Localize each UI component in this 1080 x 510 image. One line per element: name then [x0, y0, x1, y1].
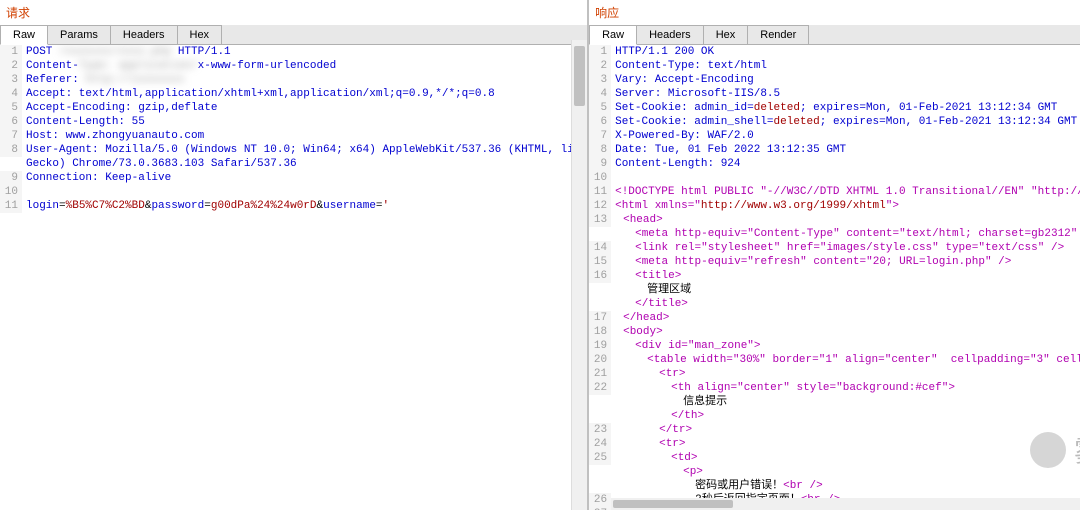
line-number: 10 [0, 185, 22, 199]
line-number: 22 [589, 381, 611, 395]
line-number: 2 [589, 59, 611, 73]
line-number: 25 [589, 451, 611, 465]
line-number: 6 [589, 115, 611, 129]
request-pane: 请求 Raw Params Headers Hex 1POST /xxxxxxx… [0, 0, 589, 510]
line-number: 21 [589, 367, 611, 381]
line-number: 20 [589, 353, 611, 367]
response-title: 响应 [589, 0, 1080, 25]
line-number: 11 [0, 199, 22, 213]
line-number: 5 [0, 101, 22, 115]
line-number: 15 [589, 255, 611, 269]
scrollbar-thumb[interactable] [613, 500, 733, 508]
line-number: 13 [589, 213, 611, 227]
line-number: 7 [0, 129, 22, 143]
line-number: 9 [589, 157, 611, 171]
request-title: 请求 [0, 0, 587, 25]
line-number: 4 [589, 87, 611, 101]
tab-headers[interactable]: Headers [636, 25, 704, 44]
response-pane: 响应 Raw Headers Hex Render 1HTTP/1.1 200 … [589, 0, 1080, 510]
line-number: 14 [589, 241, 611, 255]
line-number: 8 [589, 143, 611, 157]
tab-render[interactable]: Render [747, 25, 809, 44]
tab-hex[interactable]: Hex [177, 25, 223, 44]
line-number: 12 [589, 199, 611, 213]
response-scrollbar-h[interactable] [611, 498, 1080, 510]
line-number: 1 [589, 45, 611, 59]
line-number: 2 [0, 59, 22, 73]
tab-raw[interactable]: Raw [0, 25, 48, 45]
line-number: 5 [589, 101, 611, 115]
scrollbar-thumb[interactable] [574, 46, 585, 106]
line-number: 9 [0, 171, 22, 185]
response-content[interactable]: 1HTTP/1.1 200 OK 2Content-Type: text/htm… [589, 45, 1080, 510]
line-number: 3 [0, 73, 22, 87]
request-tabs: Raw Params Headers Hex [0, 25, 587, 45]
line-number: 26 [589, 493, 611, 507]
line-number: 8 [0, 143, 22, 157]
line-number: 1 [0, 45, 22, 59]
request-content[interactable]: 1POST /xxxxxxx/xxxx.php HTTP/1.1 2Conten… [0, 45, 587, 510]
line-number: 24 [589, 437, 611, 451]
line-number: 6 [0, 115, 22, 129]
line-number: 19 [589, 339, 611, 353]
line-number: 3 [589, 73, 611, 87]
tab-headers[interactable]: Headers [110, 25, 178, 44]
line-number: 10 [589, 171, 611, 185]
line-number: 23 [589, 423, 611, 437]
tab-hex[interactable]: Hex [703, 25, 749, 44]
line-number: 11 [589, 185, 611, 199]
response-tabs: Raw Headers Hex Render [589, 25, 1080, 45]
line-number: 16 [589, 269, 611, 283]
tab-raw[interactable]: Raw [589, 25, 637, 45]
line-number: 17 [589, 311, 611, 325]
tab-params[interactable]: Params [47, 25, 111, 44]
request-scrollbar-v[interactable] [571, 40, 587, 510]
line-number: 4 [0, 87, 22, 101]
line-number: 7 [589, 129, 611, 143]
line-number: 18 [589, 325, 611, 339]
